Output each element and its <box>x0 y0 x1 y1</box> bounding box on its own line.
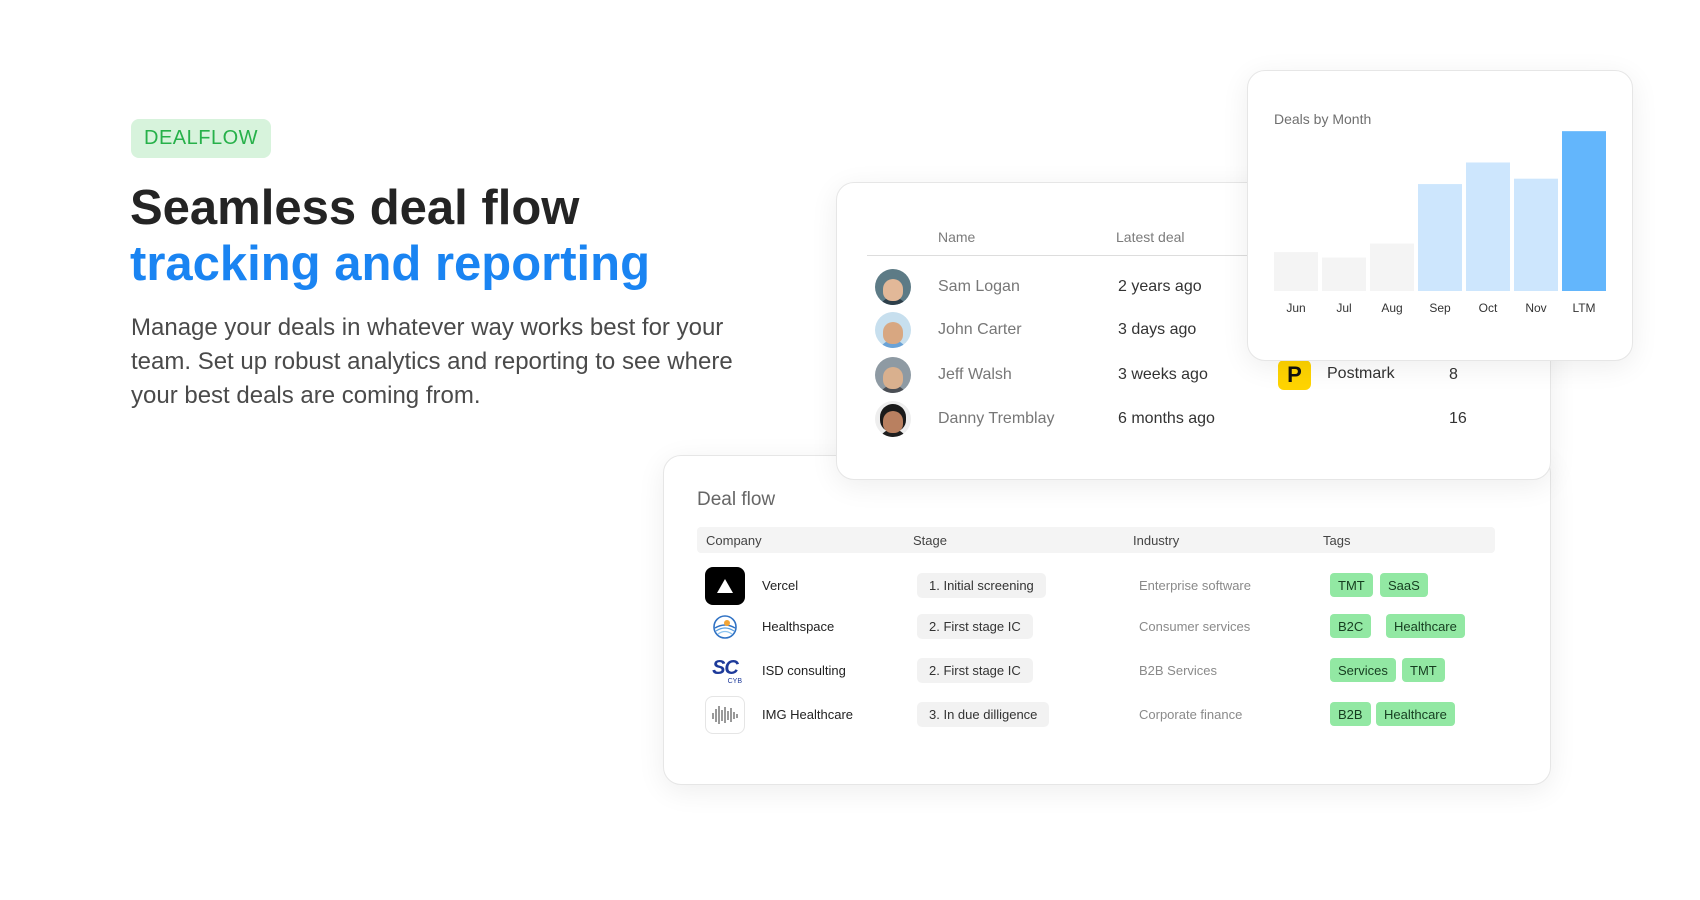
img-waveform-icon <box>705 696 745 734</box>
person-name[interactable]: John Carter <box>938 321 1022 339</box>
deal-count: 16 <box>1449 410 1467 427</box>
deals-by-month-chart: Jun Jul Aug Sep Oct Nov LTM <box>1274 131 1606 315</box>
latest-deal-text: 3 days ago <box>1118 321 1197 338</box>
x-tick-label: LTM <box>1572 301 1595 315</box>
latest-deal-text: 3 weeks ago <box>1118 366 1208 383</box>
page-title: Seamless deal flow tracking and reportin… <box>130 180 650 292</box>
x-tick-label: Jul <box>1336 301 1351 315</box>
vercel-triangle-icon <box>705 567 745 605</box>
tag-badge[interactable]: SaaS <box>1380 573 1428 597</box>
column-header-tags[interactable]: Tags <box>1323 533 1350 548</box>
tag-badge[interactable]: TMT <box>1330 573 1373 597</box>
column-header-industry[interactable]: Industry <box>1133 533 1179 548</box>
company-name[interactable]: ISD consulting <box>762 663 846 678</box>
logo-text: SC <box>712 656 739 679</box>
column-header-latest-deal[interactable]: Latest deal <box>1116 229 1185 245</box>
avatar <box>875 269 911 305</box>
section-badge: DEALFLOW <box>131 119 272 158</box>
bar-ltm[interactable] <box>1562 131 1606 291</box>
x-tick-label: Oct <box>1479 301 1498 315</box>
hero-description: Manage your deals in whatever way works … <box>131 314 733 409</box>
table-row[interactable]: Vercel 1. Initial screening Enterprise s… <box>664 566 1550 606</box>
industry-text: Enterprise software <box>1139 578 1251 593</box>
bar-aug[interactable] <box>1370 243 1414 291</box>
person-name[interactable]: Jeff Walsh <box>938 366 1012 384</box>
avatar <box>875 357 911 393</box>
isd-sc-logo: SC CYB <box>705 652 745 690</box>
avatar <box>875 312 911 348</box>
deal-flow-table-header: Company Stage Industry Tags <box>697 527 1495 553</box>
tag-badge[interactable]: B2C <box>1330 614 1372 638</box>
tag-badge[interactable]: Services <box>1330 658 1396 682</box>
tag-badge[interactable]: B2B <box>1330 702 1371 726</box>
stage-pill[interactable]: 3. In due dilligence <box>917 702 1050 727</box>
x-tick-label: Jun <box>1286 301 1305 315</box>
deal-flow-card: Deal flow Company Stage Industry Tags Ve… <box>663 455 1551 785</box>
table-row[interactable]: Danny Tremblay 6 months ago 16 <box>837 399 1550 439</box>
deals-by-month-card: Deals by Month Jun Jul Aug Sep Oct Nov LTM <box>1247 70 1633 361</box>
column-header-name[interactable]: Name <box>938 229 975 245</box>
column-header-stage[interactable]: Stage <box>913 533 947 548</box>
bar-nov[interactable] <box>1514 178 1558 291</box>
x-tick-label: Aug <box>1381 301 1402 315</box>
industry-text: B2B Services <box>1139 663 1218 678</box>
company-name[interactable]: IMG Healthcare <box>762 707 853 722</box>
person-name[interactable]: Danny Tremblay <box>938 410 1055 428</box>
headline-line-2: tracking and reporting <box>130 237 651 291</box>
table-row[interactable]: IMG Healthcare 3. In due dilligence Corp… <box>664 695 1550 735</box>
person-name[interactable]: Sam Logan <box>938 278 1020 296</box>
table-row[interactable]: Healthspace 2. First stage IC Consumer s… <box>664 607 1550 647</box>
industry-text: Consumer services <box>1139 619 1251 634</box>
x-tick-label: Nov <box>1525 301 1546 315</box>
industry-text: Corporate finance <box>1139 707 1243 722</box>
headline-line-1: Seamless deal flow <box>130 181 580 235</box>
stage-pill[interactable]: 2. First stage IC <box>917 658 1033 683</box>
healthspace-globe-icon <box>705 608 745 646</box>
stage-pill[interactable]: 2. First stage IC <box>917 614 1033 639</box>
column-header-company[interactable]: Company <box>706 533 762 548</box>
tag-badge[interactable]: Healthcare <box>1386 614 1465 638</box>
deal-flow-title: Deal flow <box>697 489 776 510</box>
stage-pill[interactable]: 1. Initial screening <box>917 573 1046 598</box>
bar-jul[interactable] <box>1322 257 1366 291</box>
latest-deal-text: 6 months ago <box>1118 410 1215 427</box>
postmark-logo-icon: P <box>1278 360 1311 390</box>
x-tick-label: Sep <box>1429 301 1451 315</box>
company-name[interactable]: Healthspace <box>762 619 834 634</box>
bar-jun[interactable] <box>1274 252 1318 291</box>
tag-badge[interactable]: Healthcare <box>1376 702 1455 726</box>
avatar <box>875 401 911 437</box>
company-name[interactable]: Postmark <box>1327 365 1395 383</box>
deal-count: 8 <box>1449 366 1458 383</box>
company-name[interactable]: Vercel <box>762 578 798 593</box>
latest-deal-text: 2 years ago <box>1118 278 1202 295</box>
logo-subtext: CYB <box>727 677 742 685</box>
tag-badge[interactable]: TMT <box>1402 658 1445 682</box>
bar-sep[interactable] <box>1418 184 1462 291</box>
bar-oct[interactable] <box>1466 162 1510 291</box>
table-row[interactable]: SC CYB ISD consulting 2. First stage IC … <box>664 651 1550 691</box>
